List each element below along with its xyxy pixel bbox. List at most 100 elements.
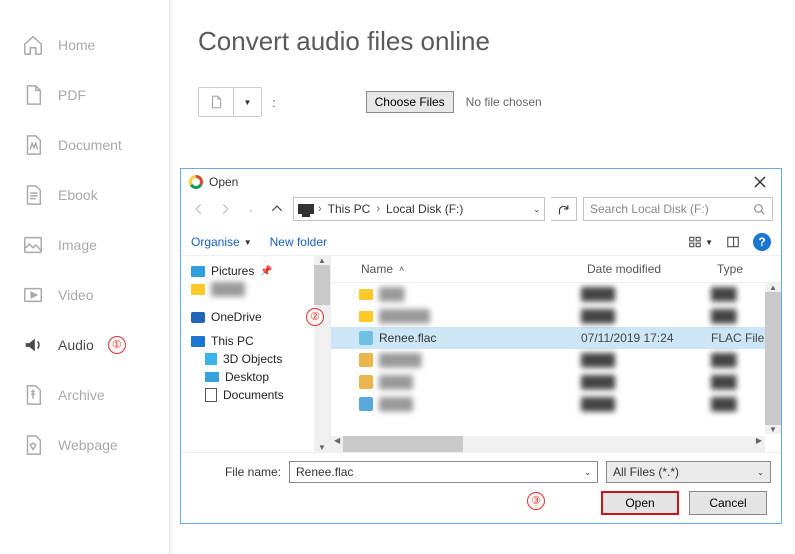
file-row[interactable]: ██████████ bbox=[331, 283, 781, 305]
choose-files-button[interactable]: Choose Files bbox=[366, 91, 454, 113]
sidebar-item-image[interactable]: Image bbox=[0, 220, 169, 270]
dropdown-toggle[interactable]: ▼ bbox=[234, 87, 262, 117]
tree-scrollbar[interactable]: ▲▼ bbox=[314, 256, 330, 452]
search-input[interactable]: Search Local Disk (F:) bbox=[583, 197, 773, 221]
folder-icon bbox=[359, 311, 373, 322]
annotation-marker-1: ① bbox=[108, 336, 126, 354]
page-title: Convert audio files online bbox=[198, 26, 767, 57]
column-type[interactable]: Type bbox=[711, 256, 781, 282]
search-placeholder: Search Local Disk (F:) bbox=[590, 202, 709, 216]
file-list-vscrollbar[interactable]: ▲▼ bbox=[765, 283, 781, 434]
sidebar-item-home[interactable]: Home bbox=[0, 20, 169, 70]
history-dropdown[interactable]: ⌄ bbox=[241, 199, 261, 219]
close-button[interactable] bbox=[747, 173, 773, 191]
folder-icon bbox=[191, 284, 205, 295]
file-icon bbox=[359, 353, 373, 367]
sidebar-item-label: Image bbox=[58, 237, 97, 253]
breadcrumb-segment[interactable]: Local Disk (F:) bbox=[384, 202, 465, 216]
no-file-chosen-text: No file chosen bbox=[466, 95, 542, 109]
chevron-right-icon: › bbox=[374, 203, 382, 215]
file-row-selected[interactable]: Renee.flac07/11/2019 17:24FLAC File bbox=[331, 327, 781, 349]
chevron-down-icon: ⌄ bbox=[757, 468, 764, 477]
file-icon bbox=[359, 397, 373, 411]
sidebar-item-webpage[interactable]: Webpage bbox=[0, 420, 169, 470]
sidebar-item-label: Video bbox=[58, 287, 94, 303]
chevron-down-icon: ⌄ bbox=[584, 468, 591, 477]
sidebar-item-label: Audio bbox=[58, 337, 94, 353]
chevron-down-icon[interactable]: ⌄ bbox=[533, 205, 540, 214]
folder-tree: Pictures📌 ████ OneDrive This PC 3D Objec… bbox=[181, 256, 331, 452]
up-button[interactable] bbox=[267, 199, 287, 219]
file-row[interactable]: █████████████ bbox=[331, 305, 781, 327]
audio-icon bbox=[22, 334, 44, 356]
uploader-row: ▼ : Choose Files No file chosen bbox=[198, 87, 767, 117]
open-button[interactable]: Open bbox=[601, 491, 679, 515]
video-icon bbox=[22, 284, 44, 306]
tree-item-3d-objects[interactable]: 3D Objects bbox=[191, 350, 326, 368]
file-row[interactable]: ███████████ bbox=[331, 393, 781, 415]
file-icon-button[interactable] bbox=[198, 87, 234, 117]
sidebar-item-video[interactable]: Video bbox=[0, 270, 169, 320]
annotation-marker-3: ③ bbox=[527, 492, 545, 510]
dialog-title: Open bbox=[209, 175, 238, 189]
image-icon bbox=[22, 234, 44, 256]
annotation-marker-2: ② bbox=[306, 308, 324, 326]
file-row[interactable]: ███████████ bbox=[331, 371, 781, 393]
sidebar-item-archive[interactable]: Archive bbox=[0, 370, 169, 420]
help-button[interactable]: ? bbox=[753, 233, 771, 251]
archive-icon bbox=[22, 384, 44, 406]
tree-item-this-pc[interactable]: This PC bbox=[191, 332, 326, 350]
column-name[interactable]: Name˄ bbox=[331, 256, 581, 282]
organise-menu[interactable]: Organise ▼ bbox=[191, 235, 252, 249]
file-date: 07/11/2019 17:24 bbox=[581, 331, 711, 345]
pictures-icon bbox=[191, 266, 205, 277]
sidebar-item-label: Archive bbox=[58, 387, 105, 403]
cancel-button[interactable]: Cancel bbox=[689, 491, 767, 515]
chevron-right-icon: › bbox=[316, 203, 324, 215]
tree-item[interactable]: ████ bbox=[191, 280, 326, 298]
file-type-filter[interactable]: All Files (*.*)⌄ bbox=[606, 461, 771, 483]
sidebar-item-audio[interactable]: Audio ① bbox=[0, 320, 169, 370]
file-open-dialog: Open ⌄ › This PC › Local Disk (F:) ⌄ Sea… bbox=[180, 168, 782, 524]
chevron-down-icon: ▼ bbox=[244, 238, 252, 247]
audio-file-icon bbox=[359, 331, 373, 345]
breadcrumb-bar[interactable]: › This PC › Local Disk (F:) ⌄ bbox=[293, 197, 545, 221]
sidebar-item-label: PDF bbox=[58, 87, 86, 103]
file-list-hscrollbar[interactable]: ◀▶ bbox=[331, 436, 765, 452]
file-name-label: File name: bbox=[191, 465, 281, 479]
home-icon bbox=[22, 34, 44, 56]
new-folder-button[interactable]: New folder bbox=[270, 235, 327, 249]
dialog-titlebar: Open bbox=[181, 169, 781, 195]
dialog-toolbar: Organise ▼ New folder ▼ ? bbox=[181, 229, 781, 256]
sidebar-item-pdf[interactable]: PDF bbox=[0, 70, 169, 120]
chevron-down-icon: ▼ bbox=[244, 98, 252, 107]
preview-pane-button[interactable] bbox=[725, 235, 741, 249]
dialog-bottom-bar: File name: Renee.flac⌄ All Files (*.*)⌄ … bbox=[181, 453, 781, 523]
sidebar-item-label: Webpage bbox=[58, 437, 118, 453]
search-icon bbox=[753, 203, 766, 216]
file-row[interactable]: ████████████ bbox=[331, 349, 781, 371]
sidebar-item-ebook[interactable]: Ebook bbox=[0, 170, 169, 220]
tree-item-documents[interactable]: Documents bbox=[191, 386, 326, 404]
tree-item-pictures[interactable]: Pictures📌 bbox=[191, 262, 326, 280]
cube-icon bbox=[205, 353, 217, 365]
pc-icon bbox=[298, 204, 314, 214]
file-icon bbox=[359, 375, 373, 389]
file-name-input[interactable]: Renee.flac⌄ bbox=[289, 461, 598, 483]
file-list: Name˄ Date modified Type ██████████ ████… bbox=[331, 256, 781, 452]
forward-button[interactable] bbox=[215, 199, 235, 219]
desktop-icon bbox=[205, 372, 219, 382]
tree-item-desktop[interactable]: Desktop bbox=[191, 368, 326, 386]
pin-icon: 📌 bbox=[260, 266, 272, 277]
view-mode-button[interactable]: ▼ bbox=[687, 235, 713, 249]
sidebar-item-document[interactable]: Document bbox=[0, 120, 169, 170]
sidebar: Home PDF Document Ebook Image Video Audi… bbox=[0, 0, 170, 554]
back-button[interactable] bbox=[189, 199, 209, 219]
file-name: Renee.flac bbox=[379, 331, 436, 345]
sidebar-item-label: Home bbox=[58, 37, 95, 53]
refresh-button[interactable] bbox=[551, 197, 577, 221]
breadcrumb-segment[interactable]: This PC bbox=[326, 202, 373, 216]
dialog-address-bar: ⌄ › This PC › Local Disk (F:) ⌄ Search L… bbox=[181, 195, 781, 229]
thispc-icon bbox=[191, 336, 205, 347]
column-date[interactable]: Date modified bbox=[581, 256, 711, 282]
